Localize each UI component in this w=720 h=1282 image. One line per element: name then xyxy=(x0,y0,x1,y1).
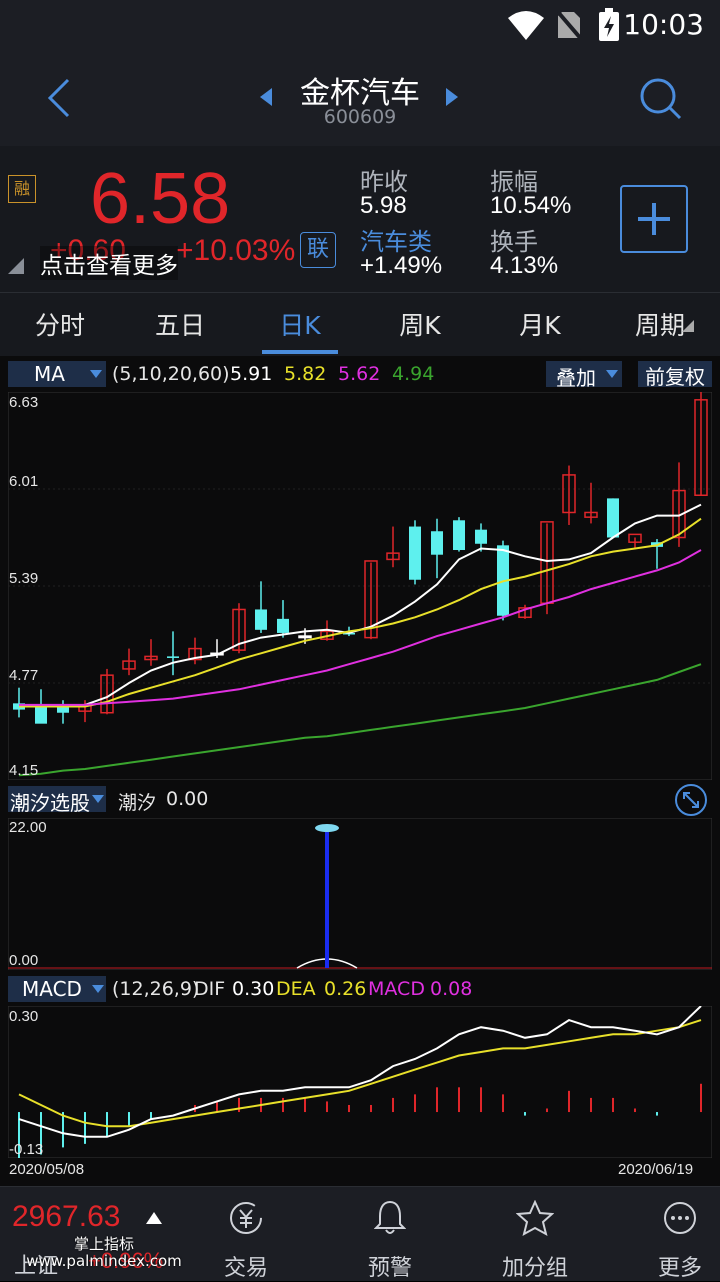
status-time: 10:03 xyxy=(623,8,704,41)
macd-value: 0.08 xyxy=(430,978,473,1000)
active-tab-indicator xyxy=(262,350,338,354)
price-axis-label: 5.39 xyxy=(9,570,39,587)
trade-icon[interactable] xyxy=(228,1200,264,1236)
price-change-pct: +10.03% xyxy=(176,234,296,267)
candle-body xyxy=(255,609,267,630)
ma5-value: 5.91 xyxy=(230,363,273,385)
amplitude-value: 10.54% xyxy=(490,192,572,219)
nav-alert[interactable]: 预警 xyxy=(335,1250,445,1282)
ma20-value: 5.62 xyxy=(338,363,381,385)
macd-chart[interactable] xyxy=(8,1006,712,1158)
bell-icon[interactable] xyxy=(374,1198,406,1238)
search-icon[interactable] xyxy=(638,76,682,120)
price-axis-label: 6.63 xyxy=(9,394,39,411)
nav-trade[interactable]: 交易 xyxy=(191,1250,301,1282)
macd-axis-top: 0.30 xyxy=(9,1008,39,1025)
tab-monthly-k[interactable]: 月K xyxy=(480,306,600,342)
dif-value: 0.30 xyxy=(232,978,275,1000)
next-stock-icon[interactable] xyxy=(444,88,460,106)
nav-more[interactable]: 更多 xyxy=(625,1250,720,1282)
no-sim-icon xyxy=(556,10,582,40)
chevron-down-icon xyxy=(92,795,104,803)
macd-label: MACD xyxy=(368,978,425,1000)
ma5-line xyxy=(18,503,702,708)
wifi-icon xyxy=(508,11,544,40)
ma60-line xyxy=(18,663,702,777)
price-axis-label: 4.77 xyxy=(9,667,39,684)
candle-body xyxy=(35,704,47,724)
start-date: 2020/05/08 xyxy=(9,1161,85,1178)
tide-value: 0.00 xyxy=(166,788,209,810)
macd-params: (12,26,9) xyxy=(112,978,200,1000)
sector-change: +1.49% xyxy=(360,252,443,279)
add-watchlist-button[interactable] xyxy=(620,185,688,253)
tide-selector-label: 潮汐选股 xyxy=(10,791,90,815)
dea-value: 0.26 xyxy=(324,978,367,1000)
candle-body xyxy=(298,635,312,639)
end-date: 2020/06/19 xyxy=(618,1161,694,1178)
tab-daily-k[interactable]: 日K xyxy=(240,306,360,342)
stock-code: 600609 xyxy=(323,106,397,128)
tide-selector[interactable]: 潮汐选股 xyxy=(8,786,106,815)
more-icon[interactable] xyxy=(662,1200,698,1236)
turnover-value: 4.13% xyxy=(490,252,559,279)
candle-body xyxy=(277,618,289,633)
dif-line xyxy=(18,1006,702,1138)
kline-chart[interactable] xyxy=(8,392,712,780)
overlay-label: 叠加 xyxy=(556,366,596,390)
up-arrow-icon xyxy=(146,1212,162,1224)
period-dropdown-icon xyxy=(682,320,694,332)
tab-period[interactable]: 周期 xyxy=(600,306,720,342)
current-price: 6.58 xyxy=(90,159,231,239)
price-axis-label: 4.15 xyxy=(9,762,39,779)
tab-intraday[interactable]: 分时 xyxy=(0,306,120,342)
star-icon[interactable] xyxy=(516,1200,554,1236)
ma20-line xyxy=(19,549,702,706)
tab-weekly-k[interactable]: 周K xyxy=(360,306,480,342)
dea-label: DEA xyxy=(276,978,316,1000)
chevron-down-icon xyxy=(606,370,618,378)
plus-icon xyxy=(638,203,670,235)
macd-selector-label: MACD xyxy=(22,977,82,1001)
tide-axis-bottom: 0.00 xyxy=(9,952,39,969)
overlay-selector[interactable]: 叠加 xyxy=(546,361,622,390)
dea-line xyxy=(18,1019,702,1128)
battery-icon xyxy=(599,8,619,41)
macd-selector[interactable]: MACD xyxy=(8,976,106,1002)
rong-badge: 融 xyxy=(8,175,36,203)
candle-body xyxy=(409,526,421,580)
candle-body xyxy=(431,531,443,555)
ma-selector-label: MA xyxy=(34,362,65,386)
tide-axis-top: 22.00 xyxy=(9,819,47,836)
lian-badge[interactable]: 联 xyxy=(300,232,336,268)
index-value[interactable]: 2967.63 xyxy=(12,1200,120,1234)
tab-five-day[interactable]: 五日 xyxy=(120,306,240,342)
tide-name: 潮汐 xyxy=(118,792,157,814)
candle-body xyxy=(167,656,179,658)
status-bar: 10:03 xyxy=(0,0,720,50)
watermark: 掌上指标 www.palmindex.com xyxy=(26,1235,182,1270)
ma-selector[interactable]: MA xyxy=(8,361,106,387)
candle-body xyxy=(453,520,465,551)
macd-axis-bottom: -0.13 xyxy=(9,1141,44,1158)
tide-bar xyxy=(325,826,329,968)
ma-params: (5,10,20,60) xyxy=(112,363,230,385)
chevron-down-icon xyxy=(90,370,102,378)
adjust-button[interactable]: 前复权 xyxy=(638,361,712,389)
nav-add-group[interactable]: 加分组 xyxy=(480,1250,590,1282)
ma60-value: 4.94 xyxy=(392,363,435,385)
ma10-value: 5.82 xyxy=(284,363,327,385)
expand-corner-icon xyxy=(8,258,24,274)
candle-body xyxy=(475,529,487,544)
tide-chart[interactable] xyxy=(8,818,712,970)
view-more-link[interactable]: 点击查看更多 xyxy=(40,246,178,280)
price-axis-label: 6.01 xyxy=(9,473,39,490)
expand-icon[interactable] xyxy=(674,783,708,817)
tide-marker xyxy=(315,824,339,832)
candle-body xyxy=(607,498,619,538)
prev-close-value: 5.98 xyxy=(360,192,407,219)
chevron-down-icon xyxy=(92,985,104,993)
dif-label: DIF xyxy=(194,978,226,1000)
